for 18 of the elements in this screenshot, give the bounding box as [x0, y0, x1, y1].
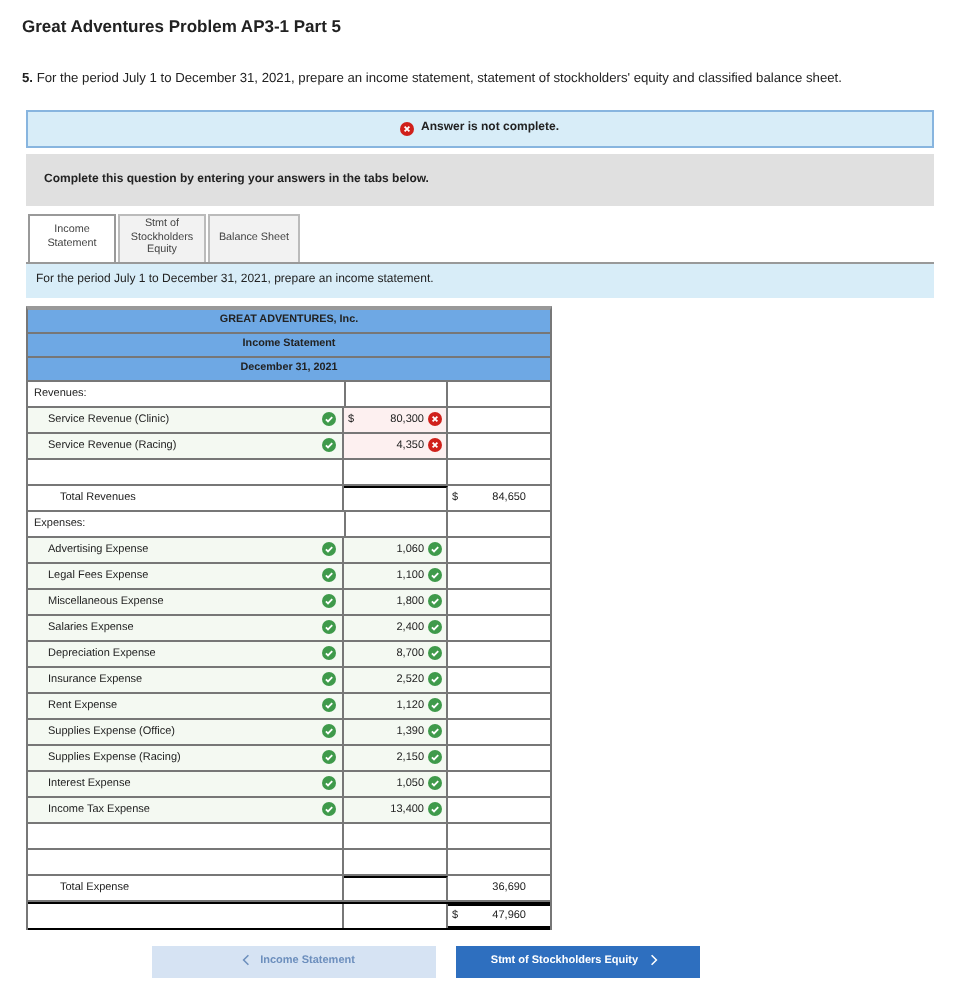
check-icon: [428, 646, 442, 661]
check-icon: [428, 568, 442, 583]
error-icon: [428, 412, 442, 427]
check-icon: [428, 750, 442, 765]
check-icon: [428, 594, 442, 609]
check-icon: [428, 620, 442, 635]
subtotal-rule-cell: [344, 485, 448, 510]
problem-title: Great Adventures Problem AP3-1 Part 5: [20, 16, 344, 36]
check-icon: [428, 776, 442, 791]
chevron-right-icon: [649, 954, 658, 967]
check-icon: [428, 802, 442, 817]
check-icon: [428, 698, 442, 713]
check-icon: [428, 672, 442, 687]
check-icon: [428, 542, 442, 557]
error-icon: [428, 438, 442, 453]
chevron-left-icon: [241, 954, 250, 967]
check-icon: [428, 724, 442, 739]
error-icon: [400, 121, 415, 136]
